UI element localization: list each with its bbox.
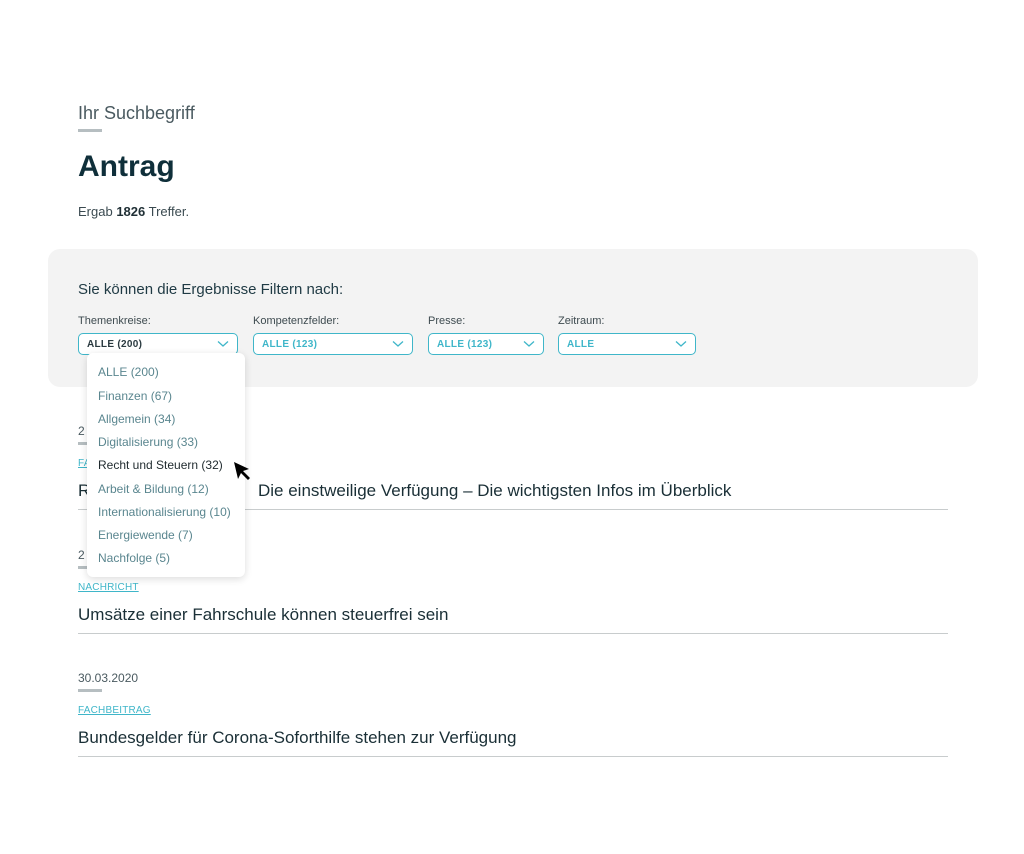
- result-category-link[interactable]: FACHBEITRAG: [78, 705, 151, 716]
- dropdown-option-finanzen[interactable]: Finanzen (67): [98, 389, 172, 403]
- search-label-underline: [78, 129, 102, 132]
- results-count-prefix: Ergab: [78, 204, 113, 219]
- result-title-rest: Die einstweilige Verfügung – Die wichtig…: [258, 481, 732, 500]
- kompetenzfelder-select-value: ALLE (123): [262, 338, 318, 350]
- dropdown-option-energiewende[interactable]: Energiewende (7): [98, 528, 193, 542]
- results-count-value: 1826: [116, 204, 146, 219]
- filter-label-themenkreise: Themenkreise:: [78, 315, 151, 327]
- result-date: 2: [78, 548, 85, 562]
- dropdown-option-allgemein[interactable]: Allgemein (34): [98, 412, 175, 426]
- presse-select[interactable]: ALLE (123): [428, 333, 544, 355]
- dropdown-option-arbeit-bildung[interactable]: Arbeit & Bildung (12): [98, 482, 209, 496]
- filter-presse: Presse: ALLE (123): [428, 315, 544, 355]
- chevron-down-icon: [523, 341, 535, 347]
- result-date: 2: [78, 424, 85, 438]
- kompetenzfelder-select[interactable]: ALLE (123): [253, 333, 413, 355]
- dropdown-option-nachfolge[interactable]: Nachfolge (5): [98, 551, 170, 565]
- dropdown-option-digitalisierung[interactable]: Digitalisierung (33): [98, 435, 198, 449]
- filter-kompetenzfelder: Kompetenzfelder: ALLE (123): [253, 315, 413, 355]
- chevron-down-icon: [675, 341, 687, 347]
- filter-label-kompetenzfelder: Kompetenzfelder:: [253, 315, 340, 327]
- chevron-down-icon: [392, 341, 404, 347]
- chevron-down-icon: [217, 341, 229, 347]
- filter-themenkreise: Themenkreise: ALLE (200): [78, 315, 238, 355]
- dropdown-option-recht-und-steuern[interactable]: Recht und Steuern (32): [98, 458, 223, 472]
- presse-select-value: ALLE (123): [437, 338, 493, 350]
- dropdown-option-internationalisierung[interactable]: Internationalisierung (10): [98, 505, 231, 519]
- result-title-link[interactable]: Bundesgelder für Corona-Soforthilfe steh…: [78, 728, 517, 748]
- result-divider: [78, 756, 948, 757]
- results-count: Ergab 1826 Treffer.: [78, 204, 189, 219]
- mouse-cursor-icon: [234, 462, 250, 480]
- result-date-underline: [78, 689, 102, 692]
- result-category-link[interactable]: NACHRICHT: [78, 582, 139, 593]
- themenkreise-select-value: ALLE (200): [87, 338, 143, 350]
- dropdown-option-alle[interactable]: ALLE (200): [98, 365, 159, 379]
- search-label: Ihr Suchbegriff: [78, 103, 195, 123]
- results-count-suffix: Treffer.: [148, 204, 190, 219]
- zeitraum-select-value: ALLE: [567, 338, 595, 350]
- filter-zeitraum: Zeitraum: ALLE: [558, 315, 696, 355]
- filter-heading: Sie können die Ergebnisse Filtern nach:: [78, 281, 344, 298]
- zeitraum-select[interactable]: ALLE: [558, 333, 696, 355]
- themenkreise-dropdown: ALLE (200) Finanzen (67) Allgemein (34) …: [87, 353, 245, 577]
- page-title: Antrag: [78, 150, 175, 183]
- filter-label-zeitraum: Zeitraum:: [558, 315, 605, 327]
- result-title-link[interactable]: Umsätze einer Fahrschule können steuerfr…: [78, 605, 448, 625]
- themenkreise-select[interactable]: ALLE (200): [78, 333, 238, 355]
- filter-label-presse: Presse:: [428, 315, 466, 327]
- result-date: 30.03.2020: [78, 671, 139, 685]
- result-divider: [78, 633, 948, 634]
